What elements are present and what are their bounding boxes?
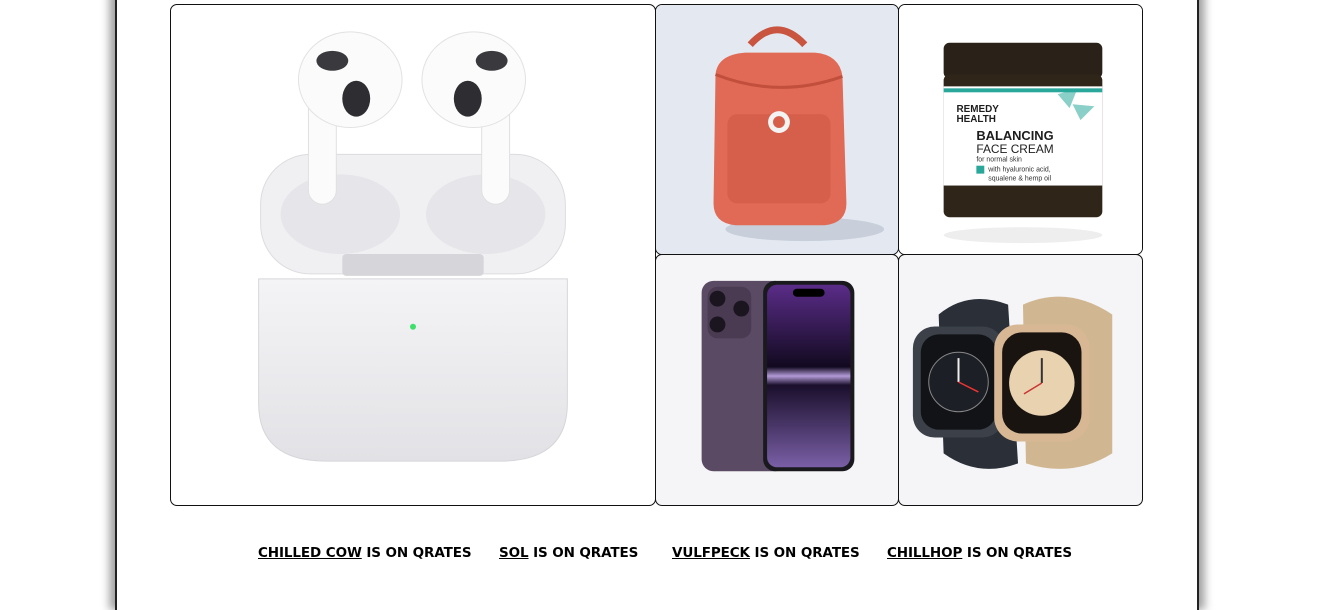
product-tile-iphone[interactable] — [655, 254, 899, 506]
link-item-vulfpeck: VULFPECK IS ON QRATES — [672, 545, 860, 561]
cream-brand-2: HEALTH — [957, 114, 996, 125]
link-suffix: IS ON QRATES — [361, 545, 472, 561]
svg-text:for normal skin: for normal skin — [976, 157, 1022, 164]
svg-text:FACE CREAM: FACE CREAM — [976, 142, 1053, 156]
cream-name-1: BALANCING — [976, 128, 1053, 143]
svg-text:squalene & hemp oil: squalene & hemp oil — [988, 176, 1051, 183]
sol-link[interactable]: SOL — [499, 545, 529, 561]
svg-text:with hyaluronic acid,: with hyaluronic acid, — [987, 167, 1051, 174]
link-suffix: IS ON QRATES — [962, 545, 1073, 561]
cream-note-1: with hyaluronic acid, — [987, 167, 1051, 174]
link-item-chilled-cow: CHILLED COW IS ON QRATES — [258, 545, 472, 561]
product-tile-watch[interactable] — [898, 254, 1143, 506]
svg-text:HEALTH: HEALTH — [957, 114, 996, 125]
product-tile-backpack[interactable] — [655, 4, 899, 255]
vulfpeck-link[interactable]: VULFPECK — [672, 545, 750, 561]
chilled-cow-link[interactable]: CHILLED COW — [258, 545, 362, 561]
link-suffix: IS ON QRATES — [528, 545, 639, 561]
face-cream-image: REMEDY HEALTH BALANCING FACE CREAM for n… — [899, 5, 1142, 254]
chillhop-link[interactable]: CHILLHOP — [887, 545, 962, 561]
product-tile-airpods[interactable] — [170, 4, 656, 506]
iphone-image — [701, 280, 855, 472]
cream-name-2: FACE CREAM — [976, 142, 1053, 156]
cream-note-2: squalene & hemp oil — [988, 176, 1051, 183]
cream-sub: for normal skin — [976, 157, 1022, 164]
link-suffix: IS ON QRATES — [749, 545, 860, 561]
watch-image — [912, 296, 1113, 469]
airpods-image — [258, 31, 568, 462]
link-item-sol: SOL IS ON QRATES — [499, 545, 638, 561]
product-tile-face-cream[interactable]: REMEDY HEALTH BALANCING FACE CREAM for n… — [898, 4, 1143, 255]
backpack-image — [656, 5, 898, 254]
svg-text:BALANCING: BALANCING — [976, 128, 1053, 143]
link-item-chillhop: CHILLHOP IS ON QRATES — [887, 545, 1072, 561]
